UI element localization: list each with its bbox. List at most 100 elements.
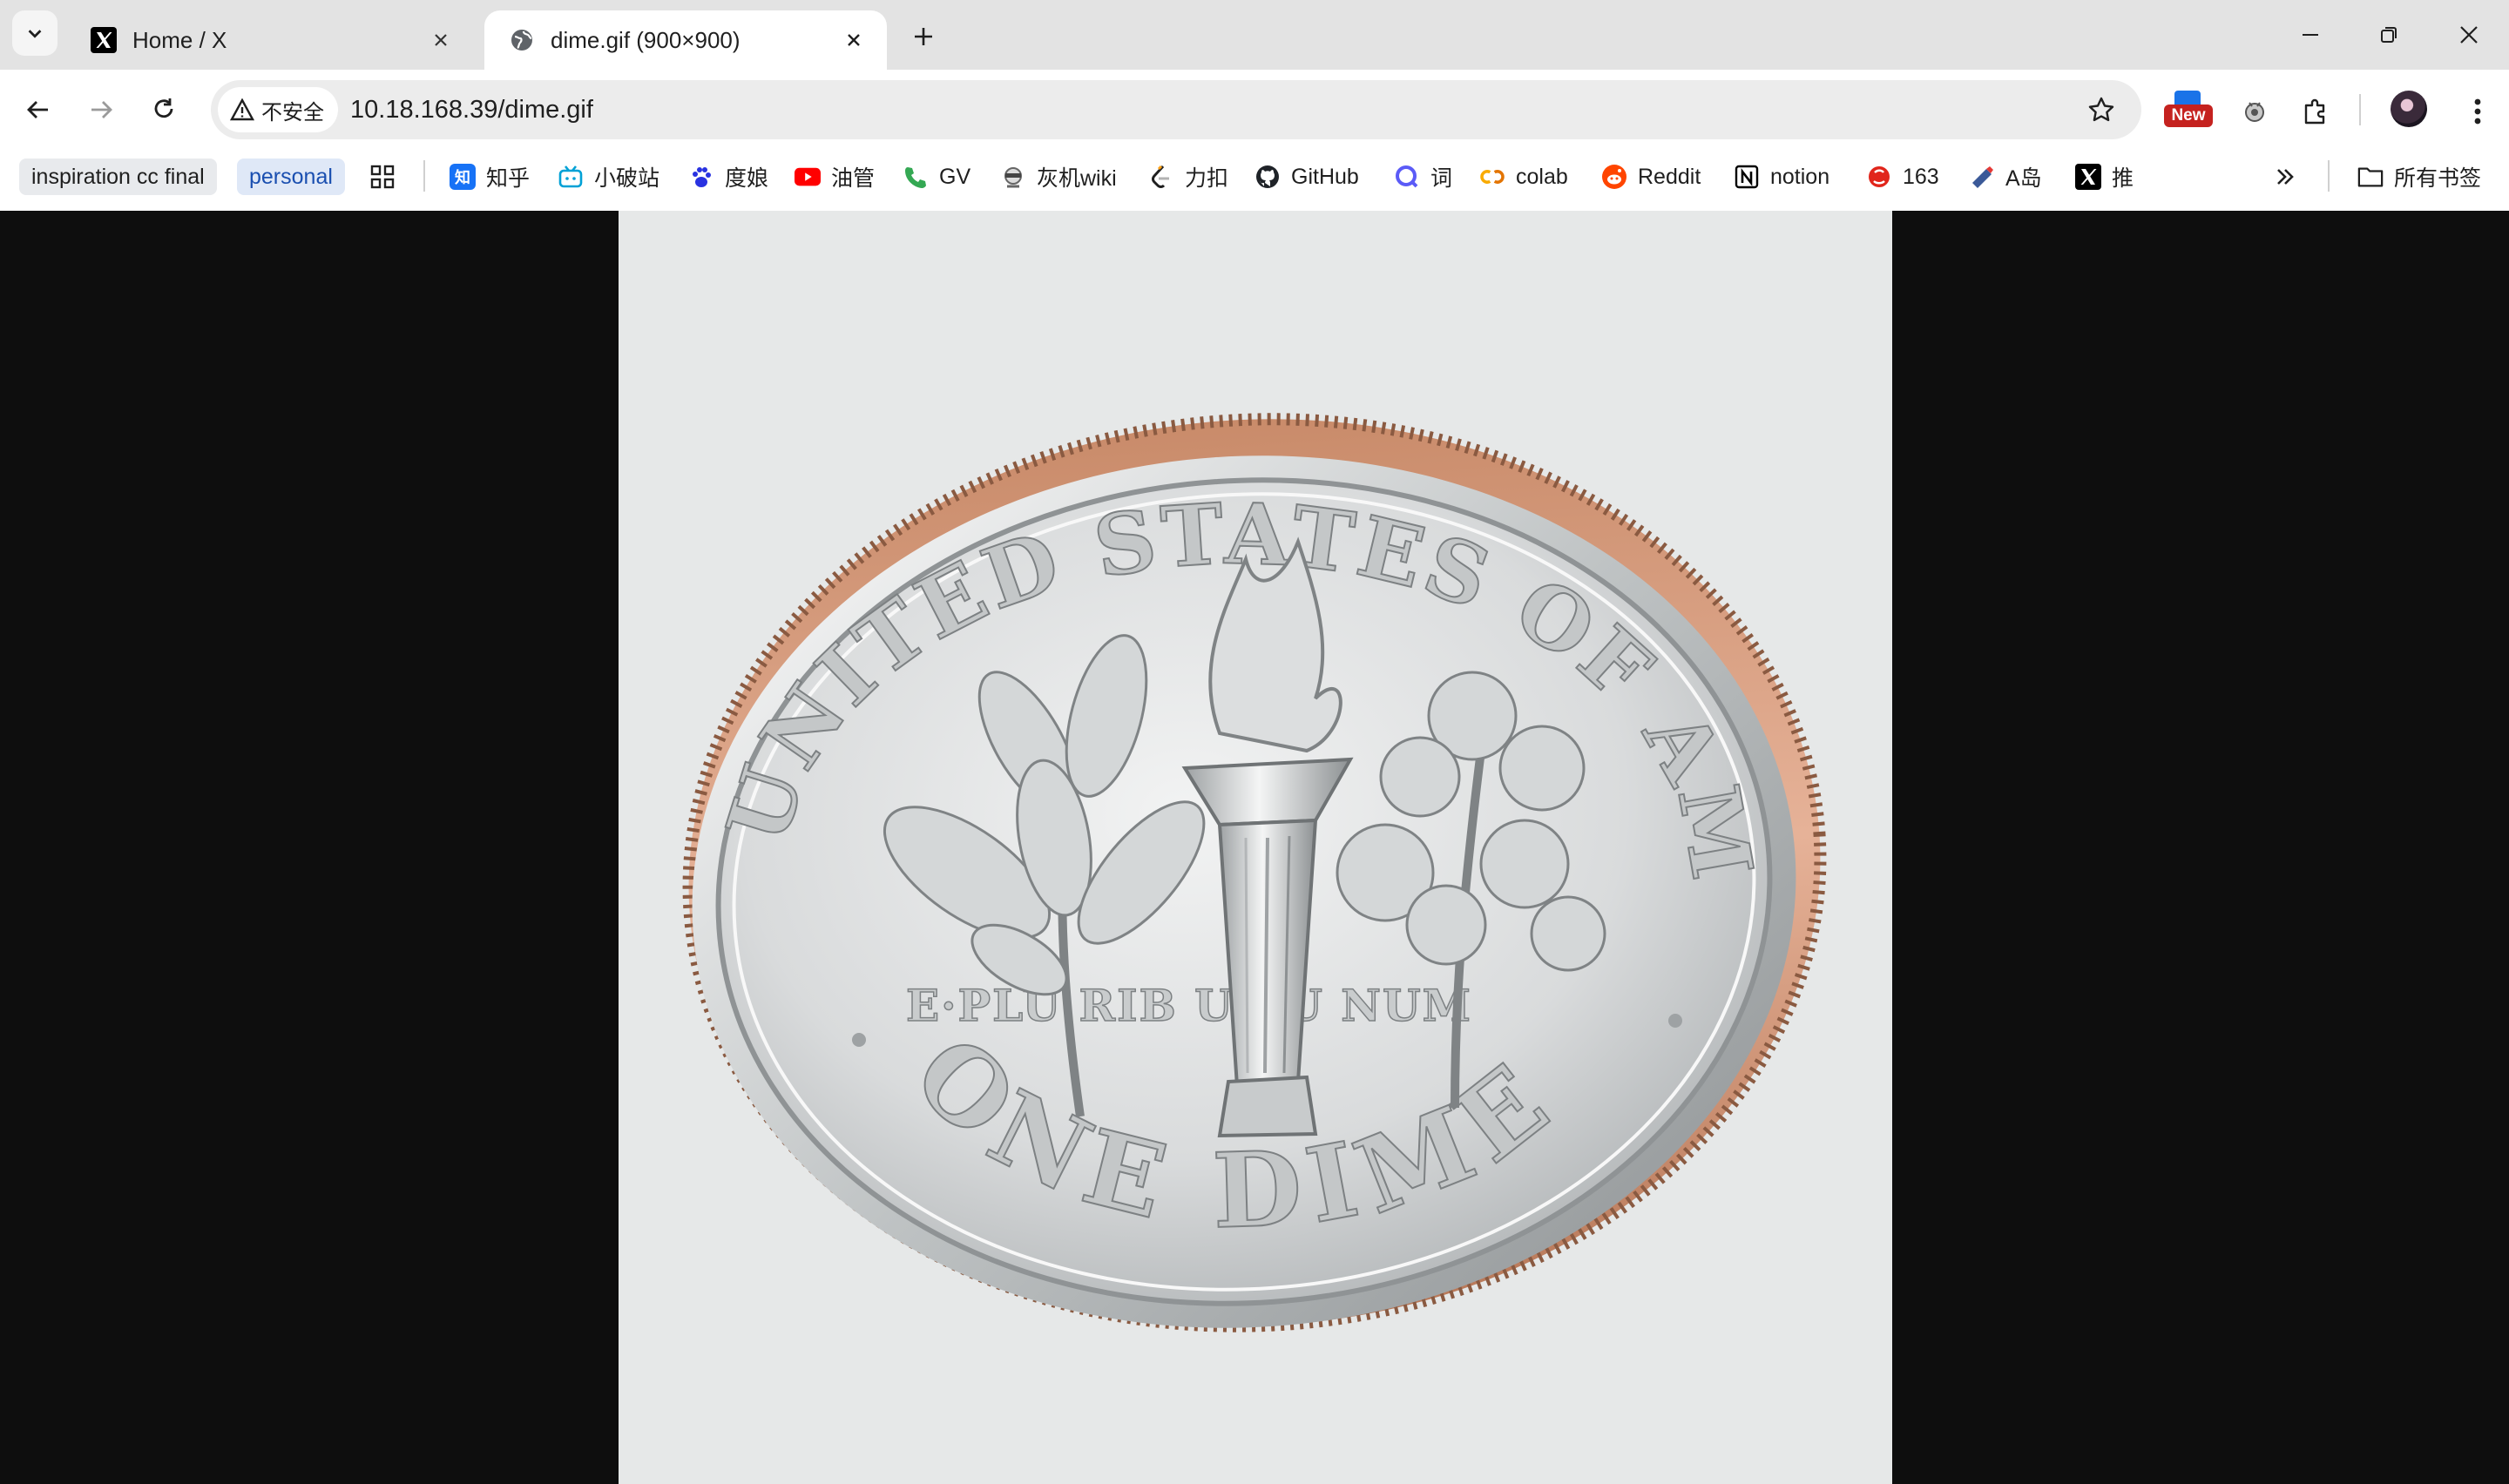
all-bookmarks-folder[interactable]: 所有书签 <box>2357 159 2481 195</box>
colab-icon <box>1479 164 1505 190</box>
bookmark-label: 度娘 <box>725 166 769 191</box>
apps-grid-button[interactable] <box>369 159 396 195</box>
minimize-button[interactable] <box>2282 12 2338 57</box>
restore-icon <box>2381 27 2397 43</box>
bookmark-github[interactable]: GitHub <box>1254 159 1359 195</box>
bookmark-leetcode[interactable]: 力扣 <box>1148 159 1228 195</box>
bookmark-label: GV <box>939 164 971 189</box>
bookmark-label: notion <box>1770 164 1830 189</box>
notion-icon <box>1734 164 1760 190</box>
close-icon <box>2460 26 2478 44</box>
back-button[interactable] <box>16 87 61 132</box>
baidu-paw-icon <box>688 164 714 190</box>
double-chevron-right-icon <box>2277 169 2294 185</box>
bookmark-label: 推 <box>2112 166 2134 191</box>
tab-dime-gif[interactable]: dime.gif (900×900) <box>484 10 887 70</box>
bookmark-youtube[interactable]: 油管 <box>795 159 875 195</box>
warning-triangle-icon <box>230 98 254 121</box>
extension-puzzle-alt-button[interactable] <box>2232 89 2277 134</box>
bookmark-label: 灰机wiki <box>1037 166 1117 191</box>
bookmark-baidu[interactable]: 度娘 <box>688 159 768 195</box>
new-badge-label: New <box>2164 105 2213 127</box>
bookmark-label: 词 <box>1430 166 1453 191</box>
new-tab-button[interactable] <box>903 16 944 57</box>
dime-image[interactable]: UNITED STATES OF AMERICA ONE DIME E·PLU … <box>619 211 1892 1484</box>
bookmark-label: 油管 <box>831 166 876 191</box>
close-tab-icon[interactable] <box>427 26 455 54</box>
security-label: 不安全 <box>261 100 324 125</box>
bookmark-huiji-wiki[interactable]: 灰机wiki <box>1000 159 1117 195</box>
tab-search-button[interactable] <box>12 10 57 56</box>
menu-button[interactable] <box>2455 89 2500 134</box>
bookmark-folder-inspiration[interactable]: inspiration cc final <box>19 159 217 195</box>
coin-motto: E·PLU RIB US·U NUM <box>906 980 1472 1031</box>
more-bookmarks-button[interactable] <box>2274 159 2296 195</box>
bookmarks-bar: inspiration cc final personal 知 知乎 小破站 度… <box>0 150 2509 211</box>
new-extension-badge-button[interactable]: New <box>2164 91 2213 132</box>
bookmarks-divider <box>2328 160 2330 192</box>
toolbar: 不安全 10.18.168.39/dime.gif <box>0 70 2509 150</box>
bookmark-label: Reddit <box>1638 164 1701 189</box>
security-chip[interactable]: 不安全 <box>218 87 338 132</box>
bookmark-label: A岛 <box>2005 166 2042 191</box>
kebab-menu-icon <box>2474 98 2481 125</box>
bookmark-gv[interactable]: GV <box>903 159 970 195</box>
bookmark-folder-personal[interactable]: personal <box>237 159 345 195</box>
extension-gear-icon <box>2245 102 2264 122</box>
bookmark-ci[interactable]: 词 <box>1394 159 1452 195</box>
bookmark-label: personal <box>249 164 333 189</box>
wiki-mascot-icon <box>1000 164 1026 190</box>
bookmark-label: colab <box>1516 164 1568 189</box>
x-logo-icon <box>89 25 118 55</box>
bookmark-a-island[interactable]: A岛 <box>1969 159 2042 195</box>
leetcode-icon <box>1148 164 1174 190</box>
globe-icon <box>507 25 537 55</box>
phone-icon <box>903 164 929 190</box>
restore-button[interactable] <box>2361 12 2417 57</box>
forward-button[interactable] <box>78 87 124 132</box>
close-tab-icon[interactable] <box>840 26 868 54</box>
bookmarks-divider <box>423 160 425 192</box>
tab-title: dime.gif (900×900) <box>551 26 741 53</box>
tab-home-x[interactable]: Home / X <box>66 10 474 70</box>
dime-coin-image: UNITED STATES OF AMERICA ONE DIME E·PLU … <box>619 211 1827 1332</box>
search-q-icon <box>1394 164 1420 190</box>
bookmark-zhihu[interactable]: 知 知乎 <box>450 159 530 195</box>
arrow-left-icon <box>27 101 48 118</box>
toolbar-divider <box>2359 94 2361 125</box>
x-logo-icon <box>2075 164 2101 190</box>
extensions-button[interactable] <box>2293 89 2338 134</box>
github-icon <box>1254 164 1281 190</box>
reload-button[interactable] <box>141 87 186 132</box>
address-bar[interactable]: 不安全 10.18.168.39/dime.gif <box>211 80 2141 139</box>
bookmark-label: inspiration cc final <box>31 164 205 189</box>
reddit-icon <box>1601 164 1627 190</box>
zhihu-icon: 知 <box>450 164 476 190</box>
puzzle-icon <box>2304 98 2325 125</box>
bookmark-x[interactable]: 推 <box>2075 159 2134 195</box>
bookmark-colab[interactable]: colab <box>1479 159 1568 195</box>
bookmark-reddit[interactable]: Reddit <box>1601 159 1701 195</box>
bookmark-label: 知乎 <box>486 166 531 191</box>
arrow-right-icon <box>91 101 112 118</box>
bookmark-163[interactable]: 163 <box>1866 159 1939 195</box>
bookmark-star-button[interactable] <box>2082 91 2120 129</box>
a-island-icon <box>1969 164 1995 190</box>
url-text[interactable]: 10.18.168.39/dime.gif <box>350 80 593 139</box>
bookmark-label: 163 <box>1903 164 1939 189</box>
folder-icon <box>2357 164 2384 190</box>
bookmark-bilibili[interactable]: 小破站 <box>558 159 659 195</box>
netease-icon <box>1866 164 1892 190</box>
minimize-icon <box>2303 34 2318 36</box>
apps-grid-icon <box>370 165 395 189</box>
chevron-down-icon <box>28 30 42 38</box>
bookmark-label: 力扣 <box>1185 166 1229 191</box>
tab-title: Home / X <box>132 26 227 53</box>
star-icon <box>2088 97 2114 122</box>
bookmark-notion[interactable]: notion <box>1734 159 1829 195</box>
plus-icon <box>915 28 932 45</box>
bookmark-label: 所有书签 <box>2394 166 2482 191</box>
profile-avatar[interactable] <box>2391 91 2427 127</box>
page-viewport: UNITED STATES OF AMERICA ONE DIME E·PLU … <box>0 211 2509 1484</box>
close-window-button[interactable] <box>2441 12 2497 57</box>
